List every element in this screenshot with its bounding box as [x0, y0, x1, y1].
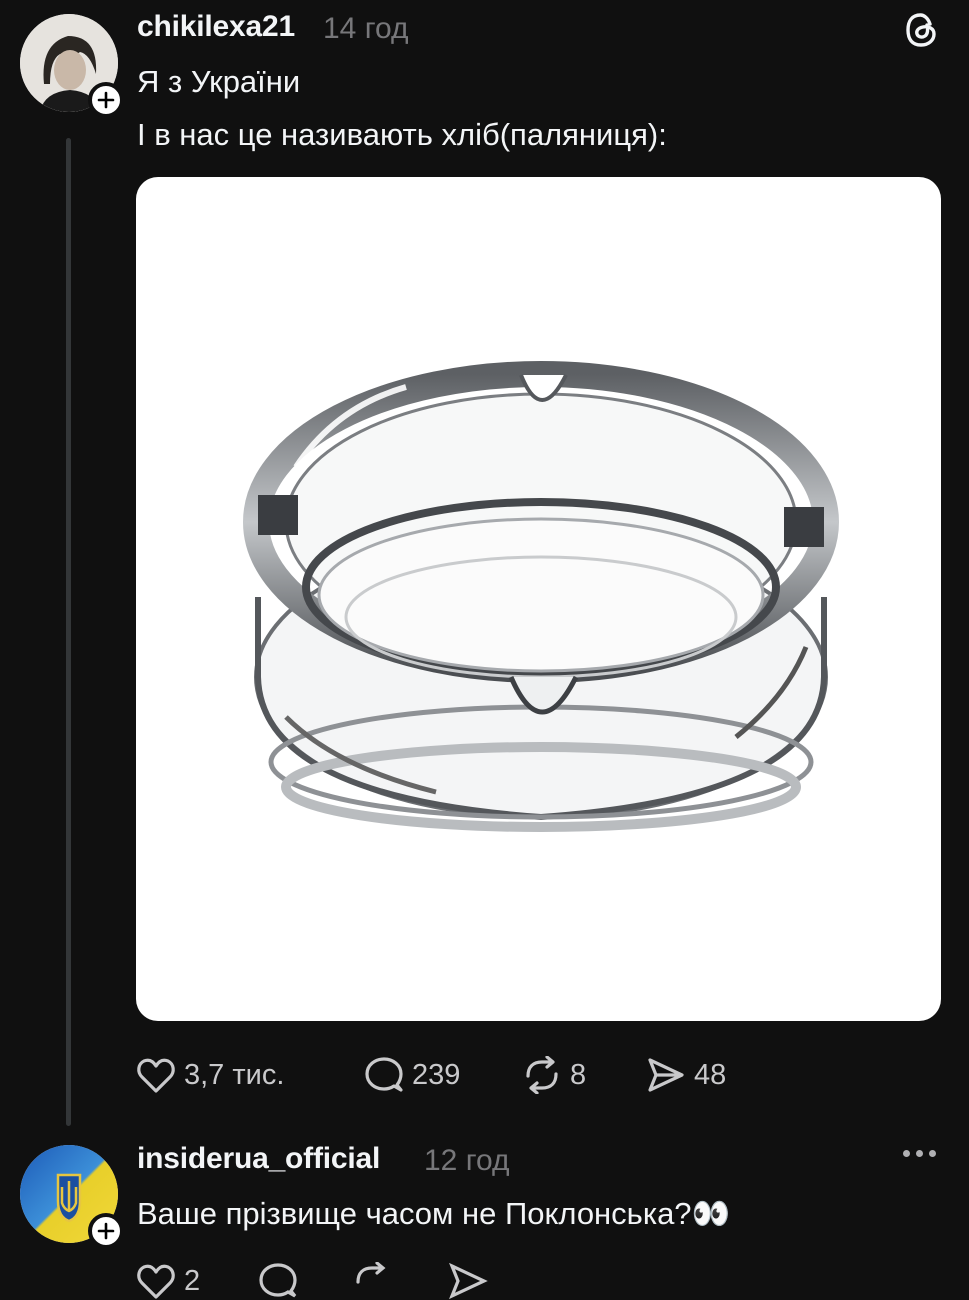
ashtray-image: [243, 361, 839, 832]
more-dots-icon[interactable]: [903, 1150, 936, 1157]
post-text-line1: Я з України: [137, 64, 301, 99]
thread-line: [66, 138, 71, 1126]
like-action[interactable]: 3,7 тис.: [136, 1056, 284, 1094]
post-image[interactable]: [136, 177, 941, 1021]
reply-timestamp: 12 год: [424, 1144, 510, 1177]
post-text-line2: І в нас це називають хліб(паляниця):: [137, 117, 667, 152]
share-action[interactable]: 48: [646, 1056, 726, 1094]
send-icon: [646, 1056, 686, 1094]
heart-icon: [136, 1262, 176, 1300]
repost-icon: [352, 1262, 392, 1300]
send-icon: [448, 1262, 488, 1300]
share-count: 48: [694, 1058, 727, 1091]
comment-action[interactable]: 239: [364, 1056, 460, 1094]
reply-like-count: 2: [184, 1264, 201, 1297]
reply-text: Ваше прізвище часом не Поклонська?👀: [137, 1196, 731, 1231]
heart-icon: [136, 1056, 176, 1094]
reply-avatar-wrap[interactable]: [20, 1145, 124, 1249]
plus-icon: [97, 91, 115, 109]
comment-bubble-icon: [258, 1262, 298, 1300]
threads-logo-icon[interactable]: [901, 10, 941, 55]
follow-plus-button[interactable]: [88, 82, 124, 118]
like-count: 3,7 тис.: [184, 1058, 285, 1091]
reply-follow-plus-button[interactable]: [88, 1213, 124, 1249]
plus-icon: [97, 1222, 115, 1240]
repost-icon: [522, 1056, 562, 1094]
post-username[interactable]: chikilexa21: [137, 10, 295, 44]
reply-like-action[interactable]: 2: [136, 1262, 200, 1300]
post-timestamp: 14 год: [323, 12, 409, 45]
reply-repost-action[interactable]: [352, 1262, 392, 1300]
reply-comment-action[interactable]: [258, 1262, 298, 1300]
reply-share-action[interactable]: [448, 1262, 488, 1300]
repost-action[interactable]: 8: [522, 1056, 586, 1094]
reply-username[interactable]: insiderua_official: [137, 1142, 380, 1176]
repost-count: 8: [570, 1058, 587, 1091]
post-avatar-wrap[interactable]: [20, 14, 124, 118]
comment-count: 239: [412, 1058, 461, 1091]
comment-bubble-icon: [364, 1056, 404, 1094]
